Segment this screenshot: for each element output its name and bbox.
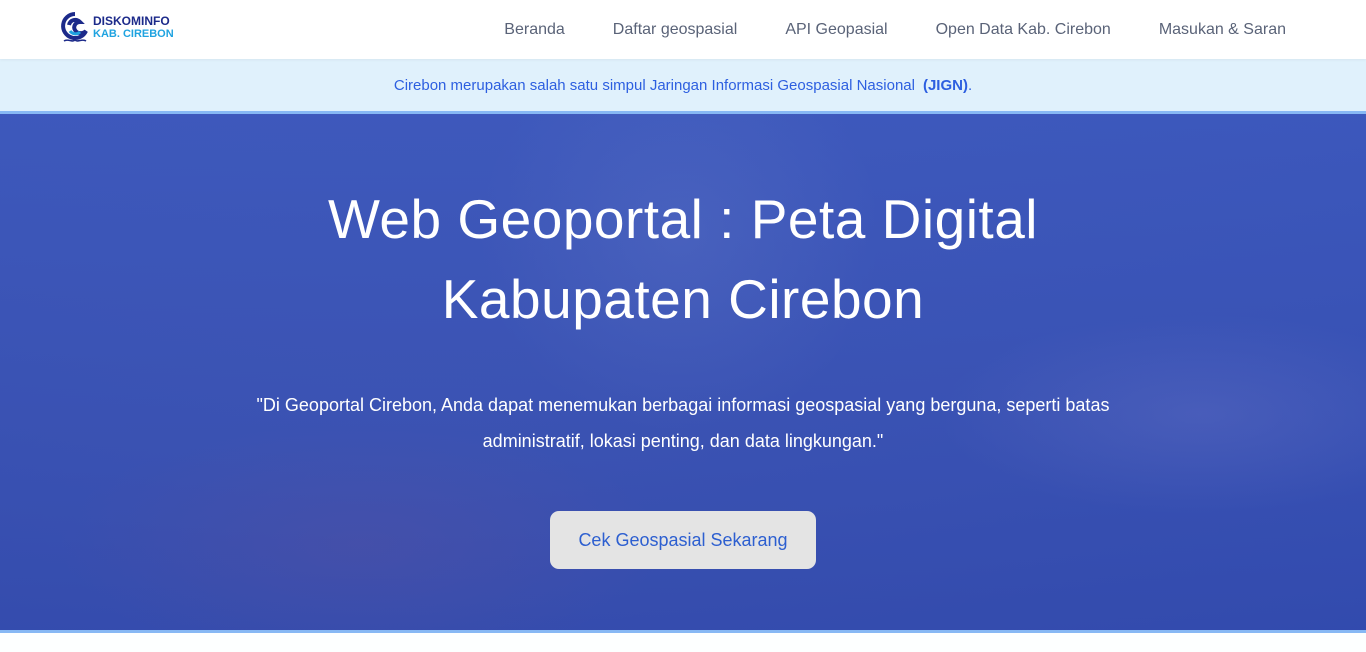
diskominfo-logo-icon xyxy=(61,12,88,42)
nav-beranda[interactable]: Beranda xyxy=(504,21,565,39)
logo[interactable]: DISKOMINFO KAB. CIREBON xyxy=(60,11,174,45)
hero-quote: "Di Geoportal Cirebon, Anda dapat menemu… xyxy=(256,395,1110,451)
hero-title-line1: Web Geoportal : Peta Digital xyxy=(327,188,1038,250)
info-banner: Cirebon merupakan salah satu simpul Jari… xyxy=(0,59,1366,111)
banner-text: Cirebon merupakan salah satu simpul Jari… xyxy=(393,76,915,94)
nav-api-geopasial[interactable]: API Geopasial xyxy=(785,21,887,39)
logo-line1: DISKOMINFO xyxy=(93,14,170,28)
hero-title: Web Geoportal : Peta Digital Kabupaten C… xyxy=(0,179,1366,339)
main-menu: Beranda Daftar geospasial API Geopasial … xyxy=(504,0,1286,59)
navbar: DISKOMINFO KAB. CIREBON Beranda Daftar g… xyxy=(0,0,1366,59)
nav-masukan-saran[interactable]: Masukan & Saran xyxy=(1159,21,1286,39)
hero-title-line2: Kabupaten Cirebon xyxy=(441,268,925,330)
logo-line2: KAB. CIREBON xyxy=(93,28,174,40)
hero-section: Web Geoportal : Peta Digital Kabupaten C… xyxy=(0,111,1366,633)
nav-daftar-geospasial[interactable]: Daftar geospasial xyxy=(613,21,738,39)
cek-geospasial-button[interactable]: Cek Geospasial Sekarang xyxy=(550,511,816,569)
nav-open-data[interactable]: Open Data Kab. Cirebon xyxy=(936,21,1111,39)
banner-highlight: (JIGN) xyxy=(922,76,968,94)
banner-suffix: . xyxy=(967,76,973,94)
